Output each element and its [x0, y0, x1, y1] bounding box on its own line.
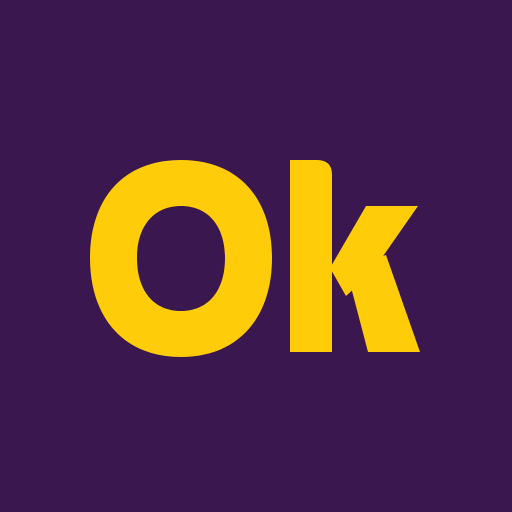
logo-letter-k-stem [290, 160, 332, 352]
ok-app-icon [0, 0, 512, 512]
